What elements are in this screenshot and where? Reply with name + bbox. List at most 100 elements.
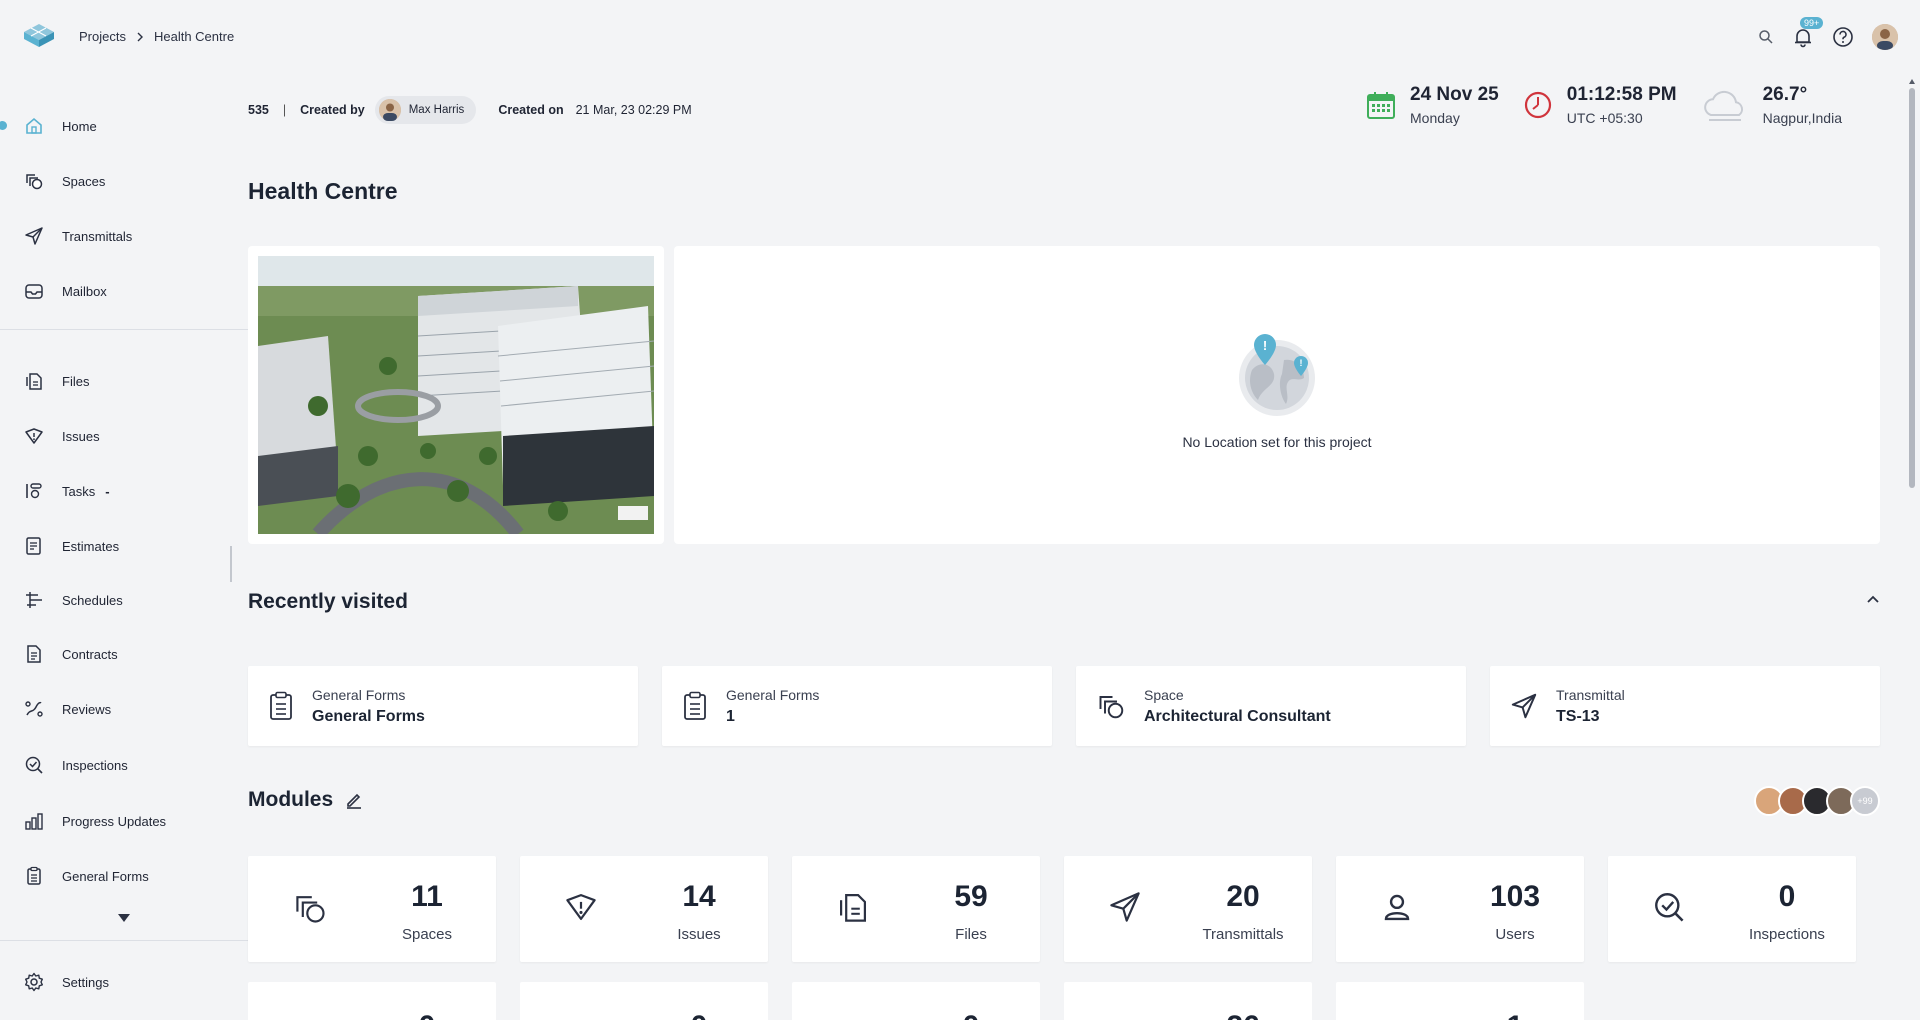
files-icon bbox=[839, 893, 867, 922]
sidebar-item-settings[interactable]: Settings bbox=[24, 972, 109, 992]
issues-icon bbox=[566, 893, 596, 921]
timezone-value: UTC +05:30 bbox=[1566, 110, 1643, 126]
top-actions: 99+ bbox=[1758, 17, 1898, 50]
notification-badge: 99+ bbox=[1800, 17, 1824, 29]
mailbox-icon bbox=[25, 284, 43, 299]
calendar-icon bbox=[1367, 92, 1396, 119]
sidebar-item-contracts[interactable]: Contracts bbox=[24, 644, 118, 664]
sidebar-item-schedules[interactable]: Schedules bbox=[24, 590, 123, 610]
sidebar-item-home[interactable]: Home bbox=[24, 116, 97, 136]
sidebar-item-progress-updates[interactable]: Progress Updates bbox=[24, 811, 166, 831]
sidebar-item-issues[interactable]: Issues bbox=[24, 426, 100, 446]
user-icon bbox=[1384, 894, 1410, 921]
creator-avatar bbox=[378, 99, 401, 121]
sidebar-item-mailbox[interactable]: Mailbox bbox=[24, 281, 107, 301]
progress-icon bbox=[25, 813, 43, 830]
created-on-label: Created on bbox=[498, 103, 564, 117]
module-label: Inspections bbox=[1749, 926, 1825, 943]
bell-icon bbox=[1795, 29, 1811, 48]
module-label: Files bbox=[955, 926, 987, 943]
module-card[interactable]: 26 bbox=[1064, 982, 1312, 1020]
sidebar-item-reviews[interactable]: Reviews bbox=[24, 699, 111, 719]
sidebar-item-label: Inspections bbox=[62, 757, 128, 773]
recent-item[interactable]: General Forms General Forms bbox=[248, 666, 638, 746]
notifications-button[interactable]: 99+ bbox=[1792, 17, 1824, 48]
reviews-icon bbox=[25, 701, 43, 717]
module-card[interactable]: 0 bbox=[520, 982, 768, 1020]
edit-icon[interactable] bbox=[345, 791, 363, 809]
module-card[interactable]: 0 bbox=[248, 982, 496, 1020]
project-photo-card[interactable] bbox=[248, 246, 664, 544]
module-card[interactable]: 0 bbox=[792, 982, 1040, 1020]
sidebar-item-label: Progress Updates bbox=[62, 813, 167, 829]
recent-item-kind: Transmittal bbox=[1556, 686, 1625, 703]
date-widget: 24 Nov 25 Monday bbox=[1366, 84, 1499, 126]
recent-item-kind: General Forms bbox=[312, 686, 406, 703]
app-logo-icon[interactable] bbox=[20, 20, 58, 48]
weather-widget: 26.7° Nagpur,India bbox=[1701, 84, 1842, 126]
creator-name: Max Harris bbox=[408, 104, 465, 116]
sidebar-item-label: Spaces bbox=[62, 173, 106, 189]
module-users-avatars[interactable]: +99 bbox=[1754, 786, 1880, 816]
recent-item-name: General Forms bbox=[312, 707, 425, 725]
active-indicator bbox=[0, 121, 7, 130]
module-card-inspections[interactable]: 0 Inspections bbox=[1608, 856, 1856, 962]
search-icon[interactable] bbox=[1758, 29, 1774, 45]
module-count: 0 bbox=[1778, 880, 1796, 913]
user-avatar[interactable] bbox=[1872, 24, 1898, 50]
files-icon bbox=[26, 373, 42, 390]
recent-item[interactable]: Transmittal TS-13 bbox=[1490, 666, 1880, 746]
schedules-icon bbox=[26, 592, 42, 608]
project-id: 535 bbox=[248, 103, 269, 117]
project-location-card: ! ! No Location set for this project bbox=[674, 246, 1880, 544]
sidebar-item-tasks[interactable]: Tasks - bbox=[24, 481, 110, 501]
module-card-files[interactable]: 59 Files bbox=[792, 856, 1040, 962]
module-count: 59 bbox=[954, 880, 988, 913]
help-icon[interactable] bbox=[1832, 26, 1854, 48]
creator-chip[interactable]: Max Harris bbox=[374, 96, 477, 124]
sidebar-item-transmittals[interactable]: Transmittals bbox=[24, 226, 132, 246]
clipboard-icon bbox=[270, 691, 292, 720]
module-card-users[interactable]: 103 Users bbox=[1336, 856, 1584, 962]
expand-more-icon[interactable] bbox=[117, 913, 131, 923]
recent-item-kind: General Forms bbox=[726, 686, 820, 703]
module-count: 1 bbox=[1446, 1010, 1584, 1020]
module-count: 26 bbox=[1174, 1010, 1312, 1020]
sidebar-resize-handle[interactable] bbox=[230, 546, 232, 582]
breadcrumb-projects[interactable]: Projects bbox=[79, 29, 126, 44]
project-meta: 535 | Created by Max Harris Created on 2… bbox=[248, 96, 692, 124]
sidebar-item-label: Home bbox=[62, 118, 97, 134]
send-icon bbox=[1511, 693, 1537, 719]
module-card[interactable]: 1 bbox=[1336, 982, 1584, 1020]
created-on-value: 21 Mar, 23 02:29 PM bbox=[575, 103, 692, 117]
page-title: Health Centre bbox=[248, 178, 398, 204]
recent-item[interactable]: Space Architectural Consultant bbox=[1076, 666, 1466, 746]
module-count: 11 bbox=[411, 880, 443, 913]
clipboard-icon bbox=[684, 691, 706, 720]
sidebar-item-label: Contracts bbox=[62, 646, 118, 662]
chevron-right-icon bbox=[136, 32, 144, 42]
sidebar-item-label: Settings bbox=[62, 974, 109, 990]
contracts-icon bbox=[27, 645, 41, 663]
date-value: 24 Nov 25 bbox=[1410, 84, 1499, 105]
module-card-issues[interactable]: 14 Issues bbox=[520, 856, 768, 962]
cloud-icon bbox=[1703, 90, 1743, 121]
page-scrollbar[interactable] bbox=[1908, 78, 1916, 1008]
sidebar-item-estimates[interactable]: Estimates bbox=[24, 536, 119, 556]
spaces-icon bbox=[1099, 696, 1124, 719]
module-label: Issues bbox=[677, 926, 721, 943]
module-card-transmittals[interactable]: 20 Transmittals bbox=[1064, 856, 1312, 962]
sidebar-item-files[interactable]: Files bbox=[24, 371, 89, 391]
sidebar-item-general-forms[interactable]: General Forms bbox=[24, 866, 149, 886]
spaces-icon bbox=[296, 896, 325, 923]
sidebar-item-label: Mailbox bbox=[62, 283, 107, 299]
scrollbar-thumb[interactable] bbox=[1909, 88, 1915, 488]
sidebar-item-inspections[interactable]: Inspections bbox=[24, 755, 128, 775]
recent-item[interactable]: General Forms 1 bbox=[662, 666, 1052, 746]
module-card-spaces[interactable]: 11 Spaces bbox=[248, 856, 496, 962]
top-bar: Projects Health Centre 99+ bbox=[0, 0, 1920, 74]
modules-title: Modules bbox=[248, 788, 334, 811]
sidebar-item-label: Schedules bbox=[62, 592, 123, 608]
chevron-up-icon[interactable] bbox=[1866, 594, 1880, 604]
sidebar-item-spaces[interactable]: Spaces bbox=[24, 171, 105, 191]
